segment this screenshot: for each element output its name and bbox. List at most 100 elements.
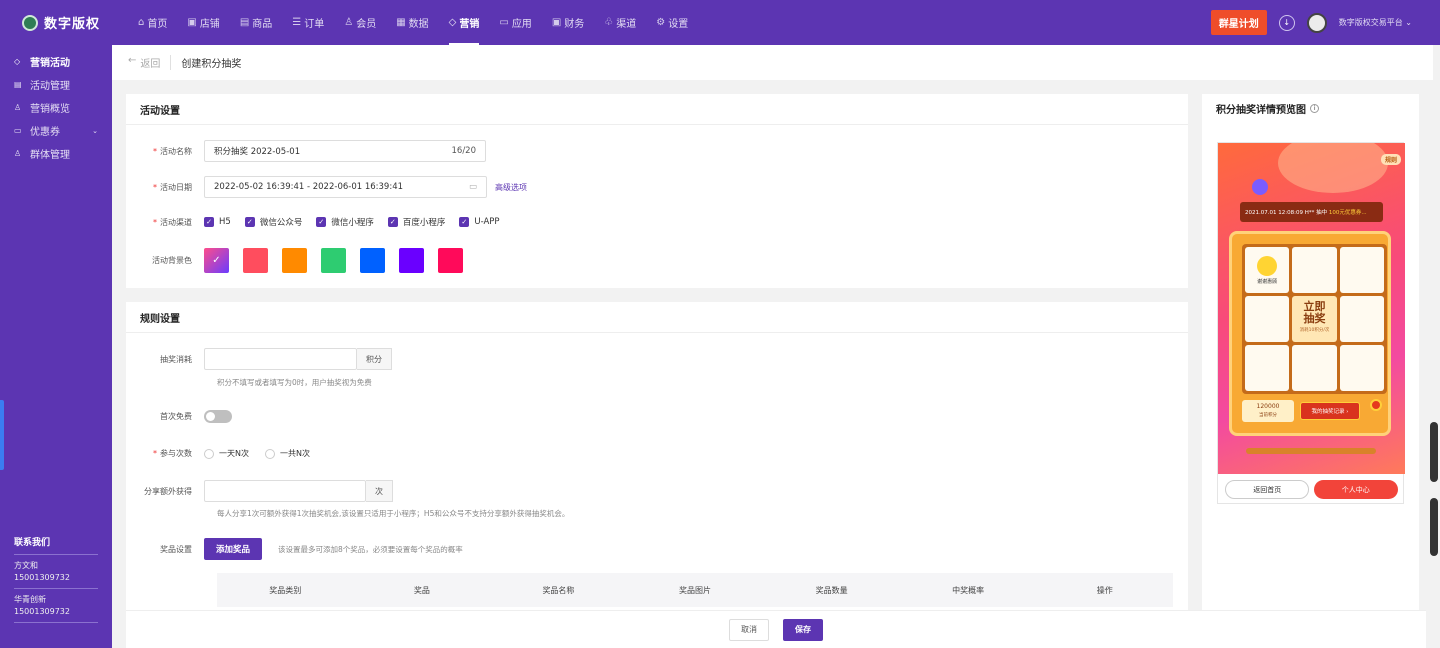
swatch-gradient-selected[interactable]: ✓ <box>204 248 229 273</box>
color-swatch[interactable] <box>438 248 463 273</box>
activity-name-input[interactable]: 积分抽奖 2022-05-01 16/20 <box>204 140 486 162</box>
prize-cell <box>1292 345 1337 391</box>
nav-label: 数据 <box>408 19 429 30</box>
save-button[interactable]: 保存 <box>783 618 823 641</box>
radio-dot <box>264 448 275 459</box>
scrollbar-thumb[interactable] <box>1430 422 1438 482</box>
table-header-cell: 奖品 <box>413 585 430 595</box>
checkbox-label: H5 <box>219 217 231 227</box>
checkbox-checked-icon: ✓ <box>204 217 214 227</box>
channel-icon: ♧ <box>604 17 614 28</box>
contact-phone: 15001309732 <box>14 573 70 582</box>
scrollbar-thumb[interactable] <box>1430 498 1438 556</box>
breadcrumb: ← 返回 创建积分抽奖 <box>112 45 1433 80</box>
radio-total[interactable]: 一共N次 <box>264 448 310 459</box>
chevron-down-icon: ⌄ <box>92 126 98 135</box>
cancel-button[interactable]: 取消 <box>729 618 769 641</box>
sidebar-item-3[interactable]: ▭ 优惠券 ⌄ <box>0 119 112 142</box>
share-unit: 次 <box>366 480 393 502</box>
nav-label: 订单 <box>304 19 325 30</box>
channel-checkbox[interactable]: ✓ 微信小程序 <box>316 216 374 228</box>
nav-label: 设置 <box>668 19 689 30</box>
sidebar-item-4[interactable]: ♙ 群体管理 <box>0 142 112 165</box>
back-button[interactable]: ← 返回 <box>128 55 172 70</box>
section-title: 规则设置 <box>126 302 1188 333</box>
home-icon: ⌂ <box>138 17 145 28</box>
points-value: 120000 <box>1256 403 1280 410</box>
prize-cell: 谢谢惠顾 <box>1245 247 1290 293</box>
page-title: 创建积分抽奖 <box>181 59 242 70</box>
decor-ball-icon <box>1252 179 1268 195</box>
sidebar-item-1[interactable]: ▤ 活动管理 <box>0 73 112 96</box>
first-free-row: 首次免费 <box>126 410 232 423</box>
tag-icon: ◇ <box>448 17 457 28</box>
color-swatch[interactable] <box>360 248 385 273</box>
sidebar: ◇ 营销活动 ▤ 活动管理 ♙ 营销概览 ▭ 优惠券 ⌄ ♙ 群体管理 联系我们 方文和 15001… <box>0 45 112 648</box>
check-icon: ✓ <box>212 255 221 266</box>
plan-button[interactable]: 群星计划 <box>1210 10 1267 35</box>
rules-tag: 规则 <box>1380 154 1401 165</box>
nav-item-10[interactable]: ⚙ 设置 <box>646 0 698 45</box>
sidebar-collapse-handle[interactable] <box>0 400 4 470</box>
nav-label: 会员 <box>356 19 377 30</box>
color-swatch[interactable] <box>399 248 424 273</box>
add-prize-button[interactable]: 添加奖品 <box>204 538 263 560</box>
contact-panel: 联系我们 方文和 15001309732 华青创新 15001309732 <box>14 535 98 623</box>
sidebar-item-label: 营销概览 <box>30 104 70 115</box>
prize-cell <box>1292 247 1337 293</box>
cost-input[interactable] <box>204 348 357 370</box>
share-input[interactable] <box>204 480 366 502</box>
radio-per-day[interactable]: 一天N次 <box>204 448 249 459</box>
prize-hint: 该设置最多可添加8个奖品，必须要设置每个奖品的概率 <box>278 544 463 554</box>
download-icon[interactable]: ↓ <box>1278 14 1295 31</box>
nav-item-8[interactable]: ▣ 财务 <box>542 0 594 45</box>
contact-title: 联系我们 <box>14 535 98 555</box>
logo[interactable]: 数字版权 <box>22 13 128 32</box>
member-icon: ♙ <box>344 17 354 28</box>
nav-item-3[interactable]: ☰ 订单 <box>282 0 334 45</box>
channel-checkbox[interactable]: ✓ H5 <box>204 216 231 228</box>
avatar[interactable] <box>1306 12 1327 33</box>
first-free-toggle[interactable] <box>204 410 232 423</box>
nav-item-9[interactable]: ♧ 渠道 <box>594 0 646 45</box>
radio-dot <box>204 448 214 459</box>
nav-item-6[interactable]: ◇ 营销 <box>439 0 490 45</box>
calendar-icon: ▭ <box>468 182 477 192</box>
account-menu[interactable]: 数字版权交易平台 ⌄ <box>1339 17 1412 28</box>
lottery-preview-art: 规则 2021.07.01 12:08:09 H** 抽中 100元优惠券...… <box>1218 143 1405 474</box>
coupon-icon: ▭ <box>14 126 22 135</box>
ticker-text: 2021.07.01 12:08:09 H** 抽中 <box>1245 210 1328 216</box>
color-swatch[interactable] <box>243 248 268 273</box>
checkbox-label: 微信小程序 <box>331 218 374 228</box>
table-header-cell: 中奖概率 <box>952 585 985 595</box>
nav-item-0[interactable]: ⌂ 首页 <box>128 0 177 45</box>
draw-sub: 消耗10积分/次 <box>1299 328 1330 333</box>
field-label: * 活动名称 <box>153 146 192 156</box>
sidebar-item-label: 营销活动 <box>30 58 70 69</box>
sidebar-item-2[interactable]: ♙ 营销概览 <box>0 96 112 119</box>
table-header-cell: 奖品名称 <box>542 585 575 595</box>
advanced-options-link[interactable]: 高级选项 <box>495 182 527 193</box>
info-icon[interactable]: i <box>1310 104 1319 113</box>
contact-entry: 华青创新 15001309732 <box>14 589 98 623</box>
footer-actions: 取消 保存 <box>126 610 1426 648</box>
sidebar-item-0[interactable]: ◇ 营销活动 <box>0 50 112 73</box>
nav-item-2[interactable]: ▤ 商品 <box>230 0 282 45</box>
table-header-cell: 奖品数量 <box>815 585 848 595</box>
field-label: * 参与次数 <box>153 449 192 458</box>
color-swatch[interactable] <box>282 248 307 273</box>
activity-name-row: * 活动名称 积分抽奖 2022-05-01 16/20 <box>126 140 486 162</box>
date-range-input[interactable]: 2022-05-02 16:39:41 - 2022-06-01 16:39:4… <box>204 176 487 198</box>
color-swatch[interactable] <box>321 248 346 273</box>
field-label: 首次免费 <box>160 412 192 421</box>
nav-item-7[interactable]: ▭ 应用 <box>489 0 541 45</box>
nav-item-4[interactable]: ♙ 会员 <box>334 0 386 45</box>
radio-label: 一共N次 <box>279 449 310 458</box>
nav-item-5[interactable]: ▦ 数据 <box>386 0 438 45</box>
channel-checkbox[interactable]: ✓ 百度小程序 <box>387 216 445 228</box>
nav-item-1[interactable]: ▣ 店铺 <box>177 0 229 45</box>
nav-label: 营销 <box>459 19 480 30</box>
channel-checkbox[interactable]: ✓ U-APP <box>459 216 500 228</box>
channel-checkbox[interactable]: ✓ 微信公众号 <box>244 216 302 228</box>
prize-cell <box>1339 247 1384 293</box>
